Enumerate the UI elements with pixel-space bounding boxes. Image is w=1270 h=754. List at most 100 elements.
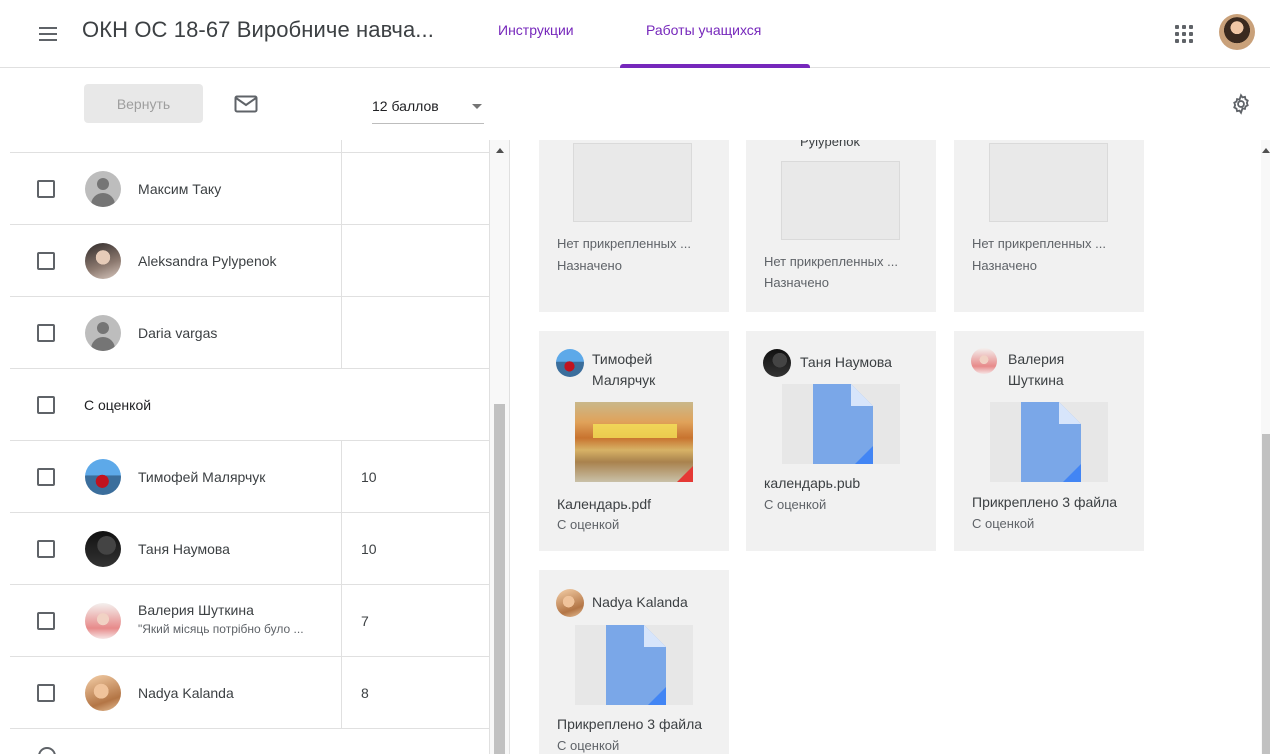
- dropdown-arrow-icon: [472, 104, 482, 109]
- student-avatar: [85, 531, 121, 567]
- student-avatar: [85, 675, 121, 711]
- google-apps-icon[interactable]: [1172, 22, 1196, 46]
- main-menu-icon[interactable]: [28, 20, 68, 48]
- gallery-scrollbar[interactable]: [1261, 140, 1270, 754]
- return-button[interactable]: Вернуть: [84, 84, 203, 123]
- table-row[interactable]: Валерия Шуткина "Який місяць потрібно бу…: [10, 585, 489, 657]
- student-avatar: [971, 348, 997, 374]
- points-dropdown[interactable]: 12 баллов: [372, 90, 484, 124]
- grade-value[interactable]: 8: [361, 685, 369, 701]
- student-avatar: [85, 459, 121, 495]
- attachment-info: Нет прикрепленных ...: [764, 254, 898, 269]
- select-checkbox[interactable]: [37, 180, 55, 198]
- file-thumbnail[interactable]: [575, 625, 693, 705]
- submission-status: Назначено: [557, 258, 622, 273]
- student-name: Валерия Шуткина: [138, 602, 254, 618]
- submission-status: С оценкой: [764, 497, 827, 512]
- student-name: Nadya Kalanda: [138, 685, 234, 701]
- scrollbar-thumb[interactable]: [494, 404, 505, 754]
- submission-card[interactable]: Pylypenok Нет прикрепленных ... Назначен…: [746, 140, 936, 312]
- submission-card[interactable]: Nadya Kalanda Прикреплено 3 файла С оцен…: [539, 570, 729, 754]
- table-row[interactable]: Aleksandra Pylypenok: [10, 225, 489, 297]
- student-name: Таня Наумова: [800, 354, 892, 370]
- select-checkbox[interactable]: [37, 540, 55, 558]
- partial-row-icon: [38, 747, 56, 754]
- submission-card[interactable]: Нет прикрепленных ... Назначено: [539, 140, 729, 312]
- submission-card[interactable]: Таня Наумова календарь.pub С оценкой: [746, 331, 936, 551]
- student-name: Тимофей Малярчук: [138, 469, 266, 485]
- student-name: Таня Наумова: [138, 541, 230, 557]
- select-checkbox[interactable]: [37, 252, 55, 270]
- course-title[interactable]: ОКН ОС 18-67 Виробниче навча...: [82, 17, 434, 43]
- student-name: Pylypenok: [800, 140, 860, 149]
- empty-thumbnail: [573, 143, 692, 222]
- student-name: Nadya Kalanda: [592, 594, 688, 610]
- submission-card[interactable]: Нет прикрепленных ... Назначено: [954, 140, 1144, 312]
- file-thumbnail[interactable]: [782, 384, 900, 464]
- student-avatar: [85, 243, 121, 279]
- empty-thumbnail: [781, 161, 900, 240]
- grading-toolbar: Вернуть 12 баллов: [0, 68, 1270, 140]
- section-label: С оценкой: [84, 397, 152, 413]
- submission-status: С оценкой: [972, 516, 1035, 531]
- table-row[interactable]: Nadya Kalanda 8: [10, 657, 489, 729]
- table-row[interactable]: Daria vargas: [10, 297, 489, 369]
- student-roster: Максим Таку Aleksandra Pylypenok Daria v…: [0, 140, 490, 754]
- file-title[interactable]: Прикреплено 3 файла: [557, 716, 702, 732]
- file-thumbnail[interactable]: [990, 402, 1108, 482]
- student-avatar: [556, 349, 584, 377]
- table-row[interactable]: Тимофей Малярчук 10: [10, 441, 489, 513]
- table-row[interactable]: Таня Наумова 10: [10, 513, 489, 585]
- select-checkbox[interactable]: [37, 468, 55, 486]
- submissions-grid: Нет прикрепленных ... Назначено Pylypeno…: [511, 140, 1261, 754]
- student-avatar: [85, 603, 121, 639]
- points-value: 12 баллов: [372, 98, 439, 114]
- select-checkbox[interactable]: [37, 684, 55, 702]
- pdf-corner-icon: [677, 466, 693, 482]
- student-name: Валерия Шуткина: [1008, 351, 1065, 388]
- file-title[interactable]: календарь.pub: [764, 475, 860, 491]
- tab-instructions[interactable]: Инструкции: [498, 22, 574, 38]
- grade-value[interactable]: 10: [361, 541, 377, 557]
- default-avatar-icon: [85, 171, 121, 207]
- scroll-up-arrow-icon[interactable]: [1262, 148, 1270, 153]
- file-title[interactable]: Календарь.pdf: [557, 496, 651, 512]
- grade-value[interactable]: 7: [361, 613, 369, 629]
- roster-scrollbar[interactable]: [490, 140, 510, 754]
- student-name: Aleksandra Pylypenok: [138, 253, 277, 269]
- student-name: Максим Таку: [138, 181, 222, 197]
- attachment-info: Нет прикрепленных ...: [557, 236, 691, 251]
- student-name: Тимофей Малярчук: [592, 351, 656, 388]
- default-avatar-icon: [85, 315, 121, 351]
- empty-thumbnail: [989, 143, 1108, 222]
- select-checkbox[interactable]: [37, 324, 55, 342]
- file-title[interactable]: Прикреплено 3 файла: [972, 494, 1117, 510]
- document-icon: [813, 384, 873, 464]
- image-thumbnail[interactable]: [575, 402, 693, 482]
- tab-student-work[interactable]: Работы учащихся: [646, 22, 761, 38]
- settings-gear-icon[interactable]: [1230, 93, 1252, 115]
- select-section-checkbox[interactable]: [37, 396, 55, 414]
- student-avatar: [763, 349, 791, 377]
- submission-card[interactable]: Валерия Шуткина Прикреплено 3 файла С оц…: [954, 331, 1144, 551]
- table-row[interactable]: Максим Таку: [10, 153, 489, 225]
- section-row-graded[interactable]: С оценкой: [10, 369, 489, 441]
- select-checkbox[interactable]: [37, 612, 55, 630]
- document-icon: [1021, 402, 1081, 482]
- attachment-info: Нет прикрепленных ...: [972, 236, 1106, 251]
- submission-status: Назначено: [972, 258, 1037, 273]
- scrollbar-thumb[interactable]: [1262, 434, 1270, 754]
- submission-card[interactable]: Тимофей Малярчук Календарь.pdf С оценкой: [539, 331, 729, 551]
- student-name: Daria vargas: [138, 325, 218, 341]
- app-header: ОКН ОС 18-67 Виробниче навча... Инструкц…: [0, 0, 1270, 68]
- email-icon[interactable]: [234, 95, 258, 113]
- document-icon: [606, 625, 666, 705]
- student-avatar: [556, 589, 584, 617]
- submission-status: С оценкой: [557, 738, 620, 753]
- grade-value[interactable]: 10: [361, 469, 377, 485]
- scroll-up-arrow-icon[interactable]: [496, 148, 504, 153]
- submission-status: Назначено: [764, 275, 829, 290]
- private-comment-preview: "Який місяць потрібно було ...: [138, 622, 304, 636]
- account-avatar[interactable]: [1219, 14, 1255, 50]
- submission-status: С оценкой: [557, 517, 620, 532]
